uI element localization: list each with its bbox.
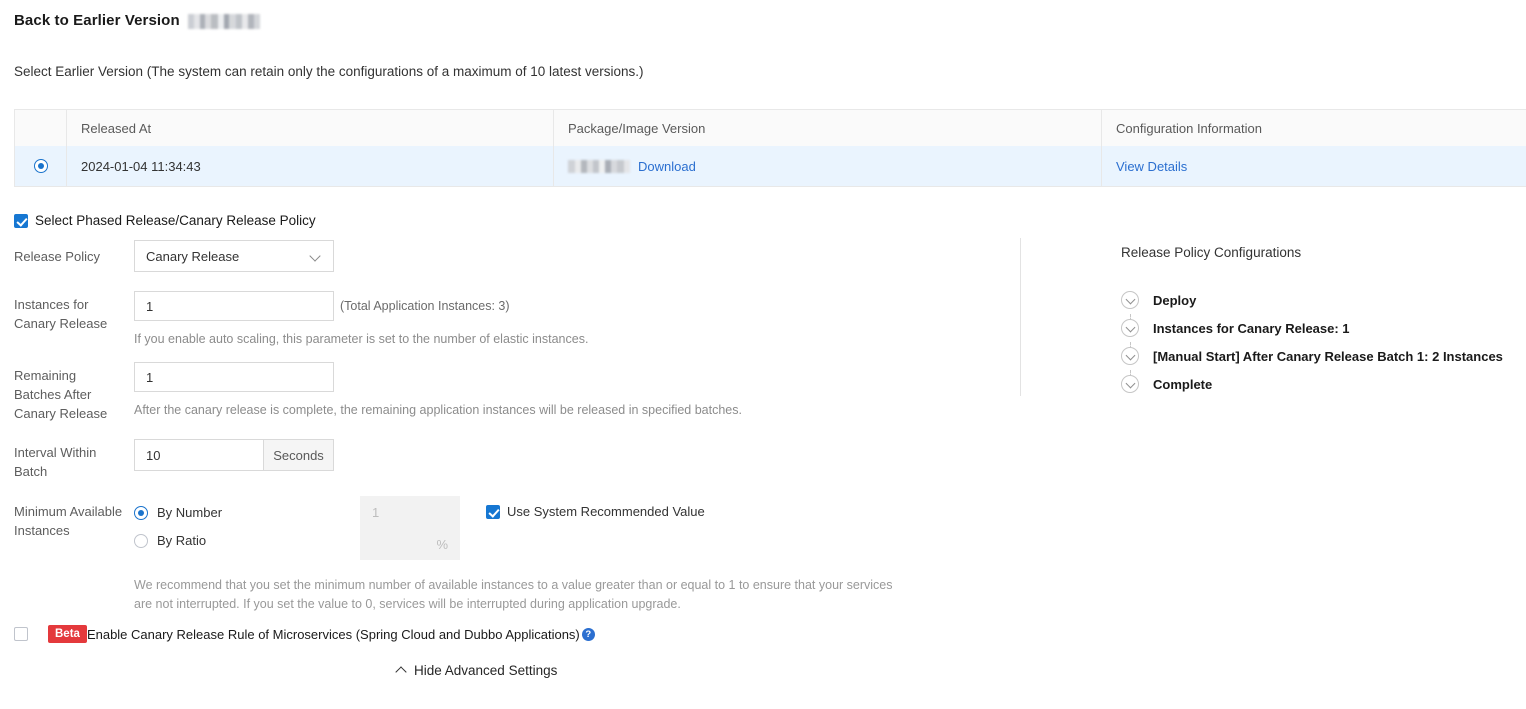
table-header-select xyxy=(15,110,67,146)
by-ratio-label: By Ratio xyxy=(157,533,207,548)
chevron-up-icon xyxy=(396,665,407,676)
row-radio-button[interactable] xyxy=(33,159,48,173)
by-ratio-radio[interactable] xyxy=(134,533,148,548)
back-to-earlier-version-page: Back to Earlier Version Select Earlier V… xyxy=(0,0,1526,709)
minimum-instances-ratio-suffix: % xyxy=(436,536,448,552)
canary-instances-hint: If you enable auto scaling, this paramet… xyxy=(134,332,589,346)
remaining-batches-label: Remaining Batches After Canary Release xyxy=(14,368,108,421)
row-released-at: 2024-01-04 11:34:43 xyxy=(67,146,554,186)
chevron-down-circle-icon[interactable] xyxy=(1121,319,1139,337)
release-steps-list: Deploy Instances for Canary Release: 1 [… xyxy=(1121,286,1521,398)
remaining-batches-value: 1 xyxy=(146,369,154,385)
release-step-label: Instances for Canary Release: 1 xyxy=(1153,320,1350,336)
interval-within-batch-label: Interval Within Batch xyxy=(14,445,97,479)
hide-advanced-settings-button[interactable]: Hide Advanced Settings xyxy=(396,663,557,678)
release-policy-select-value: Canary Release xyxy=(146,248,240,264)
minimum-instances-number-input: 1 xyxy=(360,496,460,528)
interval-within-batch-input-group[interactable]: 10 Seconds xyxy=(134,439,334,471)
use-system-recommended-value-row[interactable]: Use System Recommended Value xyxy=(486,504,705,519)
table-header-package-version: Package/Image Version xyxy=(554,110,1102,146)
enable-canary-rule-checkbox[interactable] xyxy=(14,627,28,641)
select-phased-release-checkbox[interactable] xyxy=(14,213,28,228)
release-step-canary-instances[interactable]: Instances for Canary Release: 1 xyxy=(1121,314,1521,342)
select-phased-release-checkbox-row[interactable]: Select Phased Release/Canary Release Pol… xyxy=(14,213,316,228)
option-by-number[interactable]: By Number xyxy=(134,505,222,520)
page-title: Back to Earlier Version xyxy=(14,12,260,29)
masked-package-version xyxy=(568,159,630,173)
release-policy-label: Release Policy xyxy=(14,249,100,264)
page-title-text: Back to Earlier Version xyxy=(14,12,180,29)
table-header-row: Released At Package/Image Version Config… xyxy=(15,110,1526,146)
chevron-down-icon xyxy=(311,251,322,262)
view-details-link[interactable]: View Details xyxy=(1116,159,1187,174)
row-select-cell[interactable] xyxy=(15,146,67,186)
by-number-radio[interactable] xyxy=(134,505,148,520)
interval-within-batch-value: 10 xyxy=(146,447,161,463)
by-number-label: By Number xyxy=(157,505,223,520)
release-policy-select[interactable]: Canary Release xyxy=(134,240,334,272)
minimum-instances-number-value: 1 xyxy=(372,504,380,520)
field-release-policy: Release Policy Canary Release xyxy=(0,240,1000,272)
minimum-instances-recommendation: We recommend that you set the minimum nu… xyxy=(134,578,893,611)
table-header-released-at: Released At xyxy=(67,110,554,146)
select-phased-release-label: Select Phased Release/Canary Release Pol… xyxy=(35,213,316,228)
canary-instances-label: Instances for Canary Release xyxy=(14,297,108,331)
option-by-ratio[interactable]: By Ratio xyxy=(134,533,206,548)
download-link[interactable]: Download xyxy=(638,159,696,174)
canary-instances-input[interactable]: 1 xyxy=(134,291,334,321)
remaining-batches-hint: After the canary release is complete, th… xyxy=(134,403,742,417)
select-version-subtitle: Select Earlier Version (The system can r… xyxy=(14,64,644,79)
help-icon[interactable]: ? xyxy=(581,627,595,641)
row-configuration-information: View Details xyxy=(1102,146,1526,186)
release-step-manual-start-batch-1[interactable]: [Manual Start] After Canary Release Batc… xyxy=(1121,342,1521,370)
minimum-available-instances-label: Minimum Available Instances xyxy=(14,504,123,538)
minimum-instances-ratio-input: % xyxy=(360,528,460,560)
release-step-label: [Manual Start] After Canary Release Batc… xyxy=(1153,348,1503,364)
interval-within-batch-unit: Seconds xyxy=(263,440,333,470)
release-policy-configurations-panel: Release Policy Configurations Deploy Ins… xyxy=(1121,245,1521,398)
release-step-deploy[interactable]: Deploy xyxy=(1121,286,1521,314)
row-package-version: Download xyxy=(554,146,1102,186)
chevron-down-circle-icon[interactable] xyxy=(1121,375,1139,393)
chevron-down-circle-icon[interactable] xyxy=(1121,291,1139,309)
version-table: Released At Package/Image Version Config… xyxy=(14,109,1526,187)
enable-canary-rule-row[interactable]: Beta Enable Canary Release Rule of Micro… xyxy=(14,625,595,643)
release-policy-configurations-title: Release Policy Configurations xyxy=(1121,245,1302,260)
hide-advanced-settings-label: Hide Advanced Settings xyxy=(414,663,558,678)
release-step-complete[interactable]: Complete xyxy=(1121,370,1521,398)
enable-canary-rule-label: Enable Canary Release Rule of Microservi… xyxy=(86,626,580,642)
masked-app-name xyxy=(187,13,260,29)
table-row[interactable]: 2024-01-04 11:34:43 Download View Detail… xyxy=(15,146,1526,186)
canary-instances-value: 1 xyxy=(146,298,154,314)
release-step-label: Deploy xyxy=(1153,292,1197,308)
total-application-instances-note: (Total Application Instances: 3) xyxy=(340,299,510,313)
use-system-recommended-value-label: Use System Recommended Value xyxy=(507,504,705,519)
use-system-recommended-value-checkbox[interactable] xyxy=(486,504,500,519)
table-header-configuration-information: Configuration Information xyxy=(1116,120,1262,136)
chevron-down-circle-icon[interactable] xyxy=(1121,347,1139,365)
release-step-label: Complete xyxy=(1153,376,1213,392)
beta-badge: Beta xyxy=(48,625,87,643)
remaining-batches-input[interactable]: 1 xyxy=(134,362,334,392)
interval-within-batch-input[interactable]: 10 xyxy=(135,440,263,470)
panel-divider xyxy=(1020,238,1021,396)
